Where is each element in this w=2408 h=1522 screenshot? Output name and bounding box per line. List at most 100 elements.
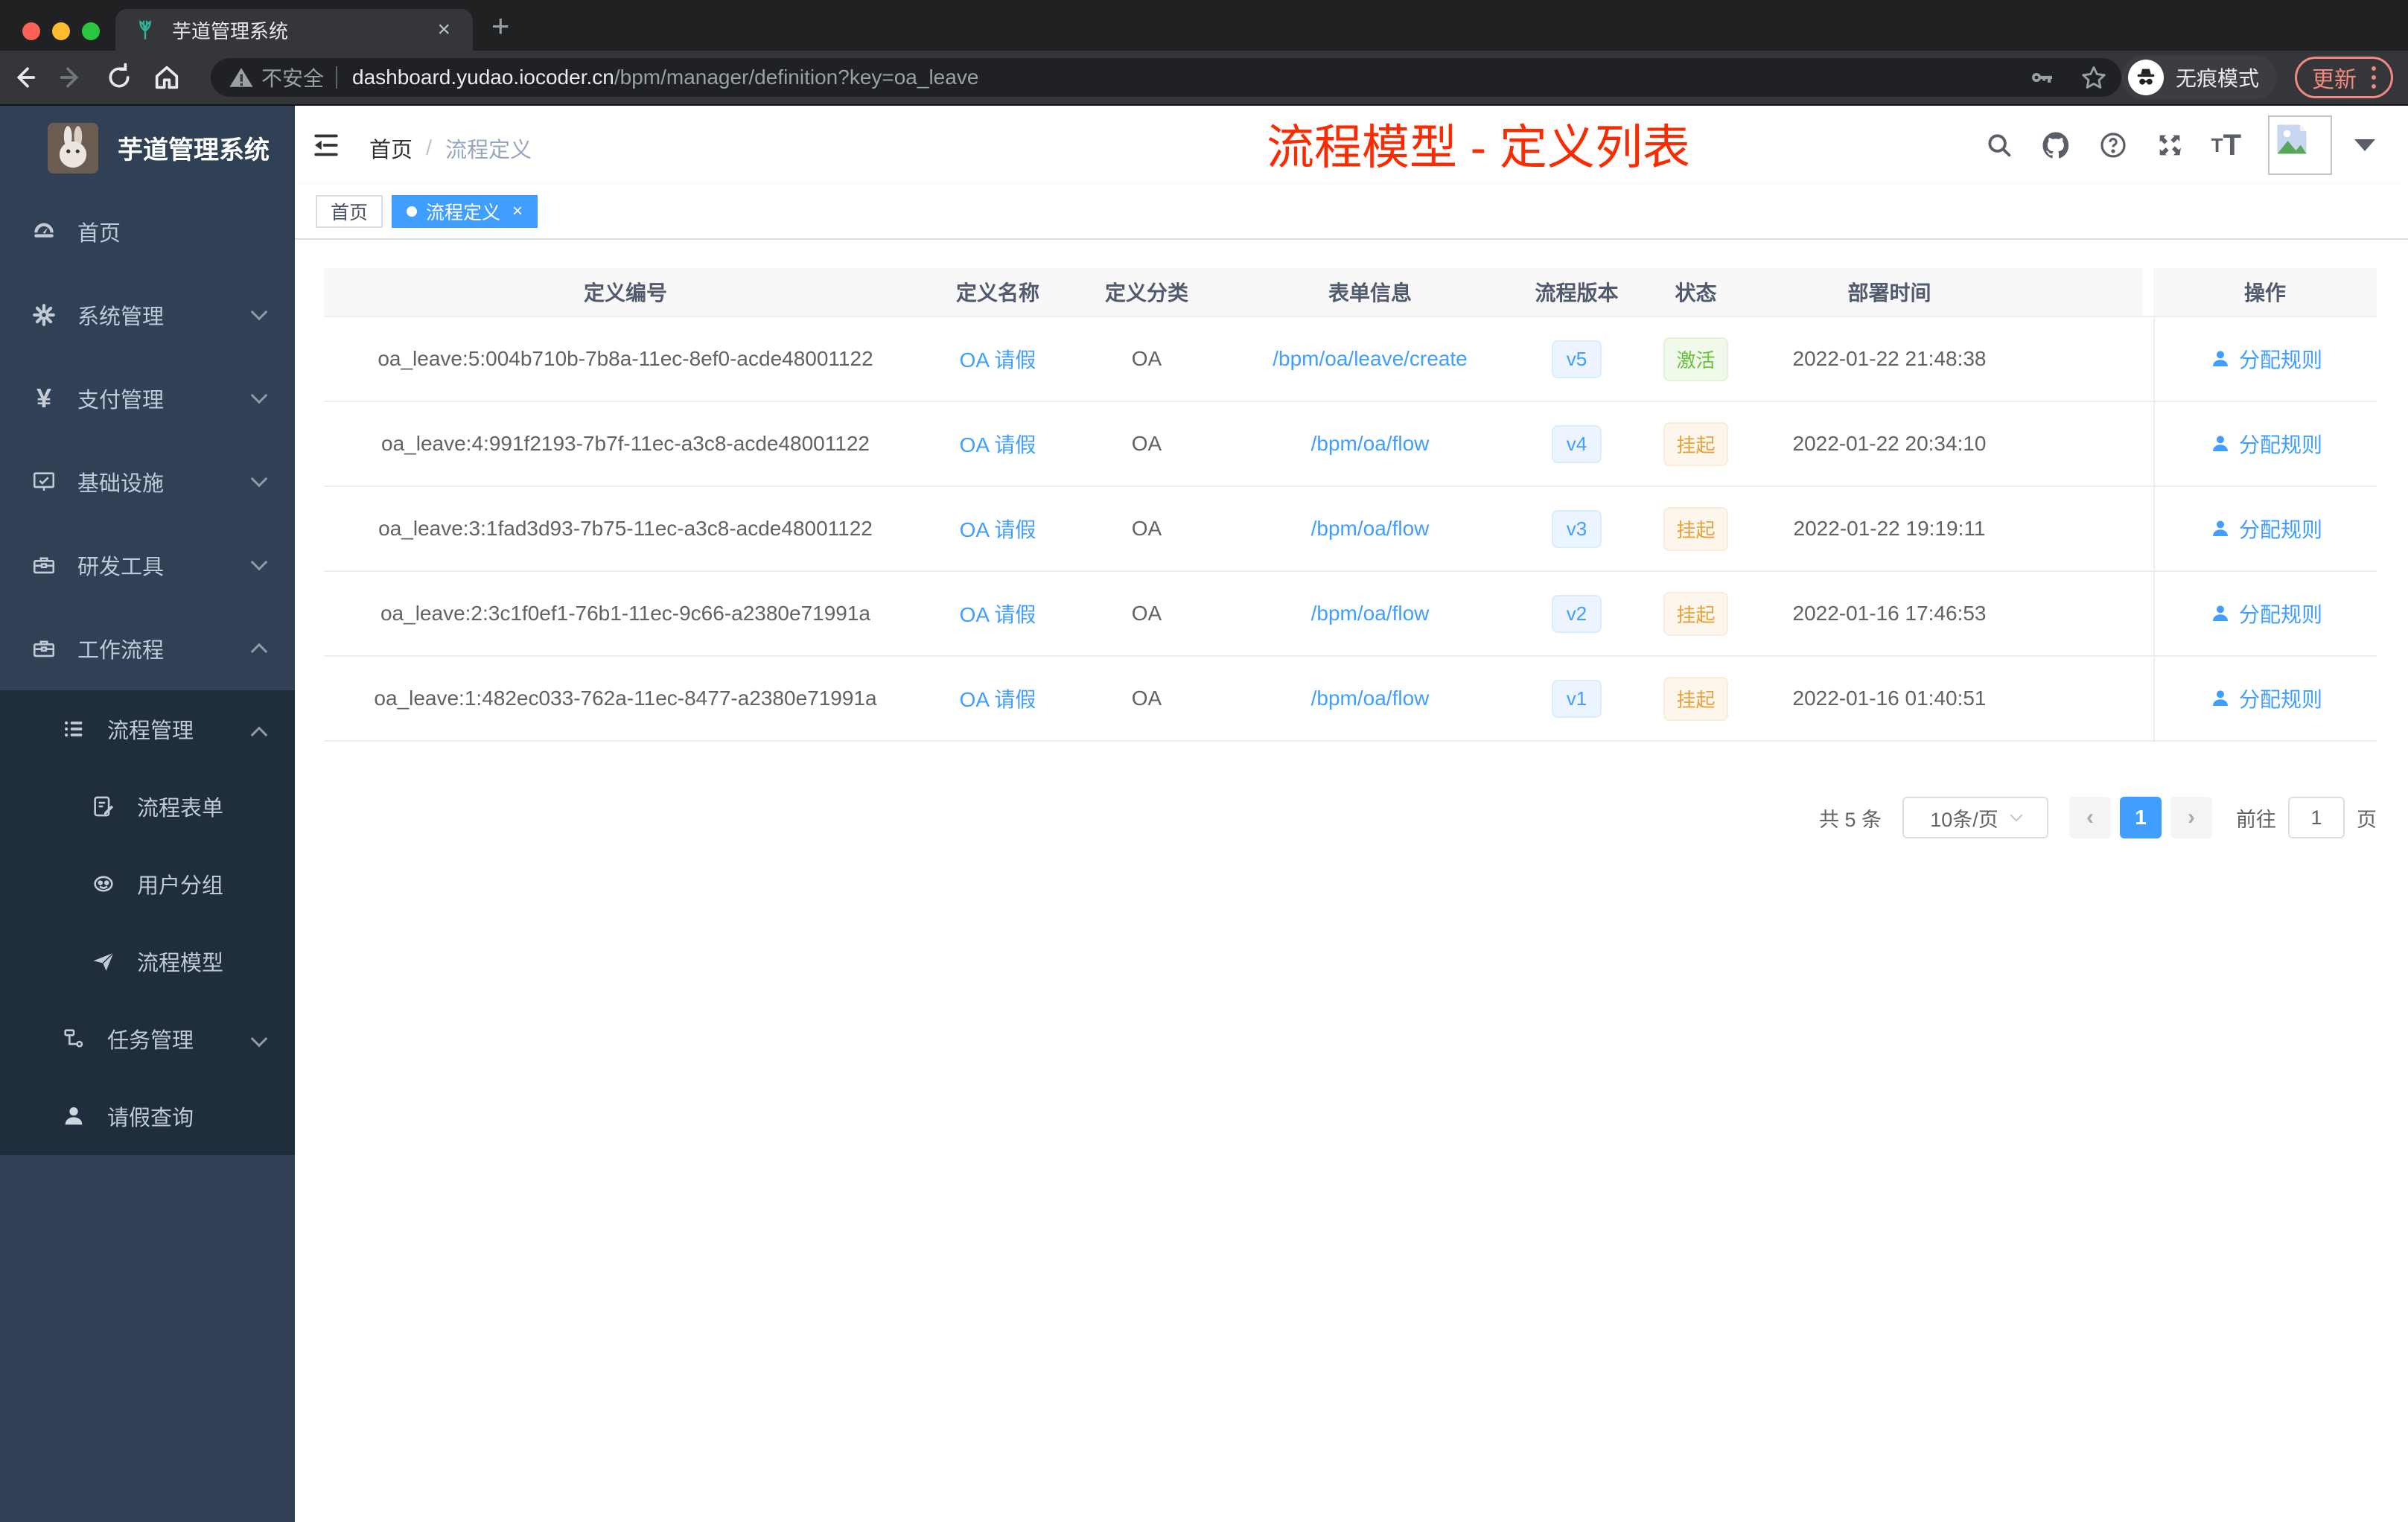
bookmark-star-icon[interactable]	[2080, 63, 2108, 92]
browser-window: 芋道管理系统 × + 不安全 dashboard.yudao.iocoder.c…	[0, 0, 2408, 1522]
browser-menu-icon[interactable]	[2372, 66, 2376, 89]
sidebar-item-process-model[interactable]: 流程模型	[0, 923, 295, 1000]
table-row: oa_leave:3:1fad3d93-7b75-11ec-a3c8-acde4…	[324, 487, 2377, 572]
tab-close-icon[interactable]: ×	[433, 19, 455, 41]
form-link[interactable]: /bpm/oa/flow	[1311, 602, 1430, 625]
close-window-button[interactable]	[22, 22, 40, 40]
main-area: 首页 / 流程定义 流程模型 - 定义列表 T T 首页 流程定义 × 定义编号…	[295, 106, 2408, 1522]
tag-process-definition[interactable]: 流程定义 ×	[392, 195, 538, 228]
password-key-icon[interactable]	[2028, 64, 2054, 91]
new-tab-button[interactable]: +	[491, 10, 510, 42]
chevron-down-icon	[250, 303, 268, 321]
chevron-down-icon	[250, 386, 268, 404]
avatar-dropdown-caret-icon[interactable]	[2354, 139, 2375, 151]
definition-name-link[interactable]: OA 请假	[960, 429, 1036, 459]
sidebar-item-label: 流程表单	[137, 797, 224, 821]
page-annotation-title: 流程模型 - 定义列表	[1267, 121, 1690, 174]
assign-rule-link[interactable]: 分配规则	[2209, 684, 2322, 713]
assign-rule-link[interactable]: 分配规则	[2209, 514, 2322, 544]
url-bar[interactable]: 不安全 dashboard.yudao.iocoder.cn/bpm/manag…	[211, 58, 2121, 97]
yen-icon: ¥	[36, 383, 52, 413]
table-header: 定义编号 定义名称 定义分类 表单信息 流程版本 状态 部署时间 操作	[324, 268, 2377, 317]
col-header-name: 定义名称	[955, 281, 1039, 305]
version-badge: v1	[1551, 679, 1602, 718]
sidebar-item-leave-query[interactable]: 请假查询	[0, 1077, 295, 1155]
forward-icon[interactable]	[48, 63, 95, 92]
goto-label: 前往	[2236, 808, 2276, 831]
chevron-down-icon	[250, 470, 268, 488]
page-content: 定义编号 定义名称 定义分类 表单信息 流程版本 状态 部署时间 操作 oa_l…	[295, 240, 2408, 1522]
cell-category: OA	[1131, 347, 1162, 370]
fullscreen-icon[interactable]	[2155, 130, 2185, 160]
user-icon	[2212, 690, 2228, 706]
sidebar-item-devtools[interactable]: 研发工具	[0, 523, 295, 607]
page-goto-input[interactable]	[2288, 797, 2345, 838]
definition-name-link[interactable]: OA 请假	[960, 599, 1036, 628]
sidebar-collapse-icon[interactable]	[311, 130, 341, 160]
back-icon[interactable]	[0, 63, 48, 92]
status-badge: 挂起	[1663, 676, 1728, 721]
sidebar-item-process-form[interactable]: 流程表单	[0, 768, 295, 845]
breadcrumb-home[interactable]: 首页	[369, 133, 413, 164]
page-size-select[interactable]: 10条/页	[1902, 797, 2048, 838]
breadcrumb-current: 流程定义	[445, 138, 532, 162]
gear-icon	[30, 301, 58, 329]
assign-rule-link[interactable]: 分配规则	[2209, 344, 2322, 374]
browser-tab[interactable]: 芋道管理系统 ×	[115, 9, 473, 51]
maximize-window-button[interactable]	[82, 22, 100, 40]
definition-name-link[interactable]: OA 请假	[960, 684, 1036, 713]
search-icon[interactable]	[1985, 131, 2013, 159]
github-icon[interactable]	[2040, 130, 2071, 161]
sidebar-item-payment[interactable]: ¥ 支付管理	[0, 357, 295, 440]
sidebar-logo-row[interactable]: 芋道管理系统	[0, 106, 295, 190]
tag-close-icon[interactable]: ×	[512, 201, 523, 222]
font-size-icon[interactable]: TT	[2211, 129, 2241, 162]
url-path: /bpm/manager/definition?key=oa_leave	[614, 66, 979, 89]
assign-rule-link[interactable]: 分配规则	[2209, 599, 2322, 628]
sidebar-item-user-group[interactable]: 用户分组	[0, 845, 295, 923]
definition-name-link[interactable]: OA 请假	[960, 344, 1036, 374]
cell-deploy-time: 2022-01-22 21:48:38	[1792, 347, 1987, 370]
sidebar-item-home[interactable]: 首页	[0, 190, 295, 273]
help-icon[interactable]	[2098, 130, 2128, 160]
robot-face-icon	[89, 870, 118, 898]
sidebar-item-process-mgmt[interactable]: 流程管理	[0, 690, 295, 768]
browser-update-button[interactable]: 更新	[2295, 57, 2393, 98]
form-link[interactable]: /bpm/oa/flow	[1311, 687, 1430, 710]
tag-home[interactable]: 首页	[316, 195, 383, 228]
sidebar-item-label: 系统管理	[77, 305, 165, 329]
cell-category: OA	[1131, 432, 1162, 455]
update-label[interactable]: 更新	[2312, 61, 2357, 94]
app-root: 芋道管理系统 首页 系统管理 ¥ 支付管理 基础设施 研发工具 工作流程 流程管…	[0, 106, 2408, 1522]
dashboard-icon	[30, 217, 58, 246]
cell-category: OA	[1131, 517, 1162, 540]
security-label: 不安全	[261, 67, 325, 90]
pagination: 共 5 条 10条/页 ‹ 1 › 前往 页	[1819, 797, 2377, 838]
sidebar-item-task-mgmt[interactable]: 任务管理	[0, 1000, 295, 1077]
prev-page-button[interactable]: ‹	[2069, 797, 2111, 838]
form-link[interactable]: /bpm/oa/flow	[1311, 517, 1430, 541]
definition-name-link[interactable]: OA 请假	[960, 514, 1036, 544]
tag-label: 首页	[331, 203, 369, 223]
minimize-window-button[interactable]	[52, 22, 70, 40]
avatar[interactable]	[2268, 115, 2332, 175]
user-icon	[2212, 436, 2228, 451]
sidebar-item-system[interactable]: 系统管理	[0, 273, 295, 357]
cell-deploy-time: 2022-01-22 19:19:11	[1793, 517, 1986, 540]
reload-icon[interactable]	[95, 63, 143, 92]
home-icon[interactable]	[143, 63, 191, 92]
form-link[interactable]: /bpm/oa/flow	[1311, 432, 1430, 456]
sidebar-item-infra[interactable]: 基础设施	[0, 440, 295, 523]
sidebar-item-workflow[interactable]: 工作流程	[0, 607, 295, 690]
next-page-button[interactable]: ›	[2170, 797, 2212, 838]
col-header-id: 定义编号	[583, 281, 667, 305]
col-header-deploy-time: 部署时间	[1847, 281, 1931, 305]
current-page-button[interactable]: 1	[2120, 797, 2162, 838]
cell-definition-id: oa_leave:1:482ec033-762a-11ec-8477-a2380…	[374, 687, 877, 710]
incognito-chip: 无痕模式	[2121, 55, 2277, 100]
version-badge: v4	[1551, 424, 1602, 463]
form-link[interactable]: /bpm/oa/leave/create	[1273, 347, 1468, 371]
col-header-actions: 操作	[2153, 268, 2377, 316]
assign-rule-link[interactable]: 分配规则	[2209, 429, 2322, 459]
tab-favicon-leaf-icon	[133, 18, 157, 42]
